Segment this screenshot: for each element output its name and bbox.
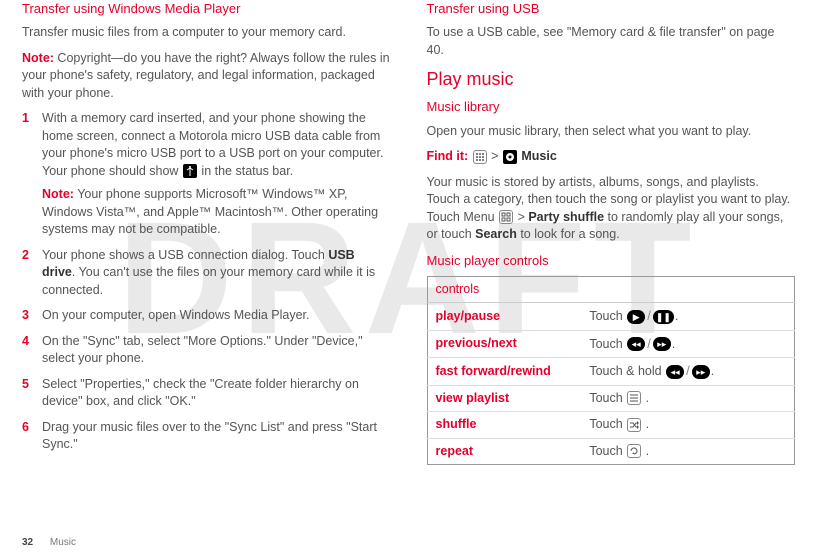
table-row: repeat Touch .: [427, 438, 795, 465]
step-4: 4 On the "Sync" tab, select "More Option…: [22, 333, 391, 368]
table-row: fast forward/rewind Touch & hold ◂◂/▸▸.: [427, 358, 795, 386]
apps-icon: [473, 150, 487, 164]
table-row: view playlist Touch .: [427, 385, 795, 412]
usb-text: To use a USB cable, see "Memory card & f…: [427, 24, 796, 59]
play-icon: ▶: [627, 310, 645, 324]
previous-icon: ◂◂: [666, 365, 684, 379]
step-2: 2 Your phone shows a USB connection dial…: [22, 247, 391, 300]
shuffle-icon: [627, 418, 641, 432]
heading-wmp: Transfer using Windows Media Player: [22, 0, 391, 18]
heading-usb: Transfer using USB: [427, 0, 796, 18]
controls-table: controls play/pause Touch ▶/❚❚. previous…: [427, 276, 796, 466]
table-row: previous/next Touch ◂◂/▸▸.: [427, 330, 795, 358]
note-label: Note:: [42, 187, 74, 201]
table-row: shuffle Touch .: [427, 412, 795, 439]
next-icon: ▸▸: [653, 337, 671, 351]
find-it-line: Find it: > Music: [427, 148, 796, 166]
pause-icon: ❚❚: [653, 310, 674, 324]
step-1: 1 With a memory card inserted, and your …: [22, 110, 391, 239]
next-icon: ▸▸: [692, 365, 710, 379]
playlist-icon: [627, 391, 641, 405]
usb-status-icon: [183, 164, 197, 178]
intro-text: Transfer music files from a computer to …: [22, 24, 391, 42]
table-row: play/pause Touch ▶/❚❚.: [427, 303, 795, 331]
repeat-icon: [627, 444, 641, 458]
step-3: 3 On your computer, open Windows Media P…: [22, 307, 391, 325]
heading-play-music: Play music: [427, 67, 796, 92]
heading-controls: Music player controls: [427, 252, 796, 270]
note-label: Note:: [22, 51, 54, 65]
step-6: 6 Drag your music files over to the "Syn…: [22, 419, 391, 454]
step-5: 5 Select "Properties," check the "Create…: [22, 376, 391, 411]
music-app-icon: [503, 150, 517, 164]
storage-text: Your music is stored by artists, albums,…: [427, 174, 796, 244]
library-text: Open your music library, then select wha…: [427, 123, 796, 141]
table-header: controls: [427, 276, 795, 303]
previous-icon: ◂◂: [627, 337, 645, 351]
menu-icon: [499, 210, 513, 224]
note-copyright: Note: Copyright—do you have the right? A…: [22, 50, 391, 103]
heading-music-library: Music library: [427, 98, 796, 116]
